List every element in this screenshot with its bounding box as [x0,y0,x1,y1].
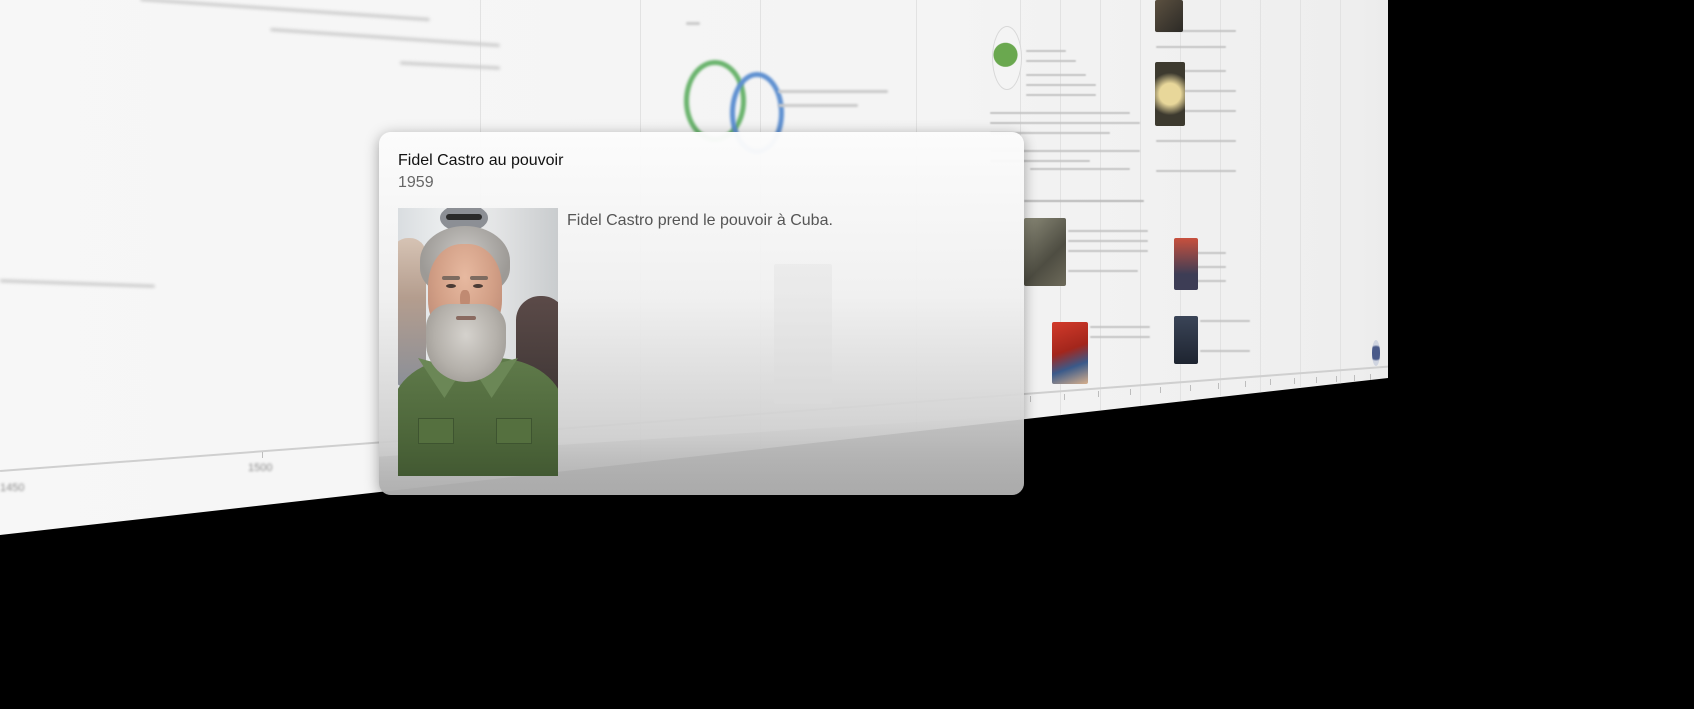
event-photo[interactable] [398,208,558,476]
axis-label: 1500 [248,462,273,474]
event-thumbnail[interactable] [1174,238,1198,290]
event-thumbnail[interactable] [1155,0,1183,32]
seal-icon [1372,340,1380,366]
event-thumbnail[interactable] [1052,322,1088,384]
event-popup-card[interactable]: Fidel Castro au pouvoir 1959 Fidel Castr… [379,132,1024,495]
globe-icon [992,26,1022,90]
event-title: Fidel Castro au pouvoir [398,152,564,169]
axis-label: 1450 [0,482,25,494]
background-thumbnail-ghost [774,264,832,404]
event-thumbnail[interactable] [1155,62,1185,126]
event-description: Fidel Castro prend le pouvoir à Cuba. [567,212,833,229]
event-thumbnail[interactable] [1024,218,1066,286]
event-date: 1959 [398,174,434,191]
event-thumbnail[interactable] [1174,316,1198,364]
